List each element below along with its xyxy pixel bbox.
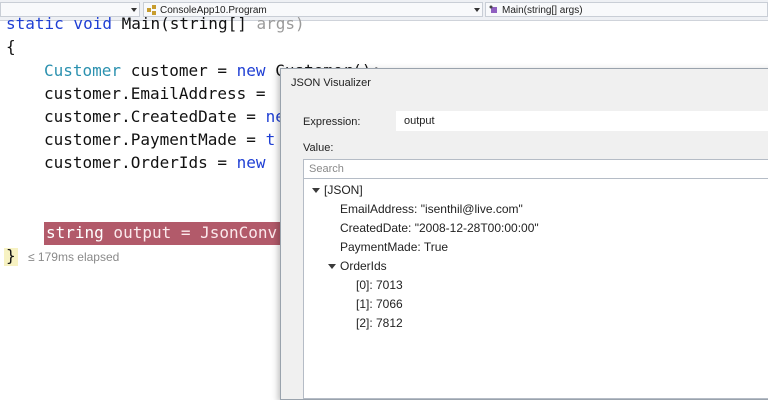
tree-node-created-date[interactable]: CreatedDate: "2008-12-28T00:00:00"	[340, 221, 539, 235]
tree-node-order-0[interactable]: [0]: 7013	[356, 278, 403, 292]
method-icon	[489, 5, 497, 13]
chevron-down-icon	[131, 8, 137, 12]
code-line-order-ids: customer.OrderIds = new	[44, 153, 266, 172]
tree-node-payment-made[interactable]: PaymentMade: True	[340, 240, 448, 254]
window-title: JSON Visualizer	[291, 77, 371, 89]
tree-node-order-2[interactable]: [2]: 7812	[356, 316, 403, 330]
expression-label: Expression:	[303, 116, 361, 128]
code-line-open-brace: {	[6, 37, 16, 56]
code-line-close-brace: }	[6, 246, 16, 265]
code-line-payment-made: customer.PaymentMade = t	[44, 130, 276, 149]
json-tree-view[interactable]: [JSON] EmailAddress: "isenthil@live.com"…	[303, 179, 768, 399]
tree-node-order-ids[interactable]: OrderIds	[340, 259, 387, 273]
perf-tip-elapsed[interactable]: ≤ 179ms elapsed	[28, 250, 119, 264]
value-label: Value:	[303, 142, 334, 154]
member-dropdown[interactable]: Main(string[] args)	[485, 2, 768, 17]
json-visualizer-window[interactable]: JSON Visualizer Expression: output Value…	[280, 68, 768, 400]
code-line-method-signature: static void Main(string[] args)	[6, 14, 305, 33]
code-line-created-date: customer.CreatedDate = ne	[44, 107, 285, 126]
code-line-serialize: string output = JsonConv	[46, 223, 278, 242]
chevron-down-icon	[474, 8, 480, 12]
expression-field[interactable]: output	[396, 111, 768, 131]
tree-node-order-1[interactable]: [1]: 7066	[356, 297, 403, 311]
code-line-email: customer.EmailAddress =	[44, 84, 266, 103]
member-dropdown-label: Main(string[] args)	[502, 5, 583, 16]
tree-node-email[interactable]: EmailAddress: "isenthil@live.com"	[340, 202, 523, 216]
search-input[interactable]: Search	[303, 159, 768, 179]
expanded-triangle-icon[interactable]	[312, 188, 320, 193]
tree-node-root[interactable]: [JSON]	[324, 183, 363, 197]
expanded-triangle-icon[interactable]	[328, 264, 336, 269]
